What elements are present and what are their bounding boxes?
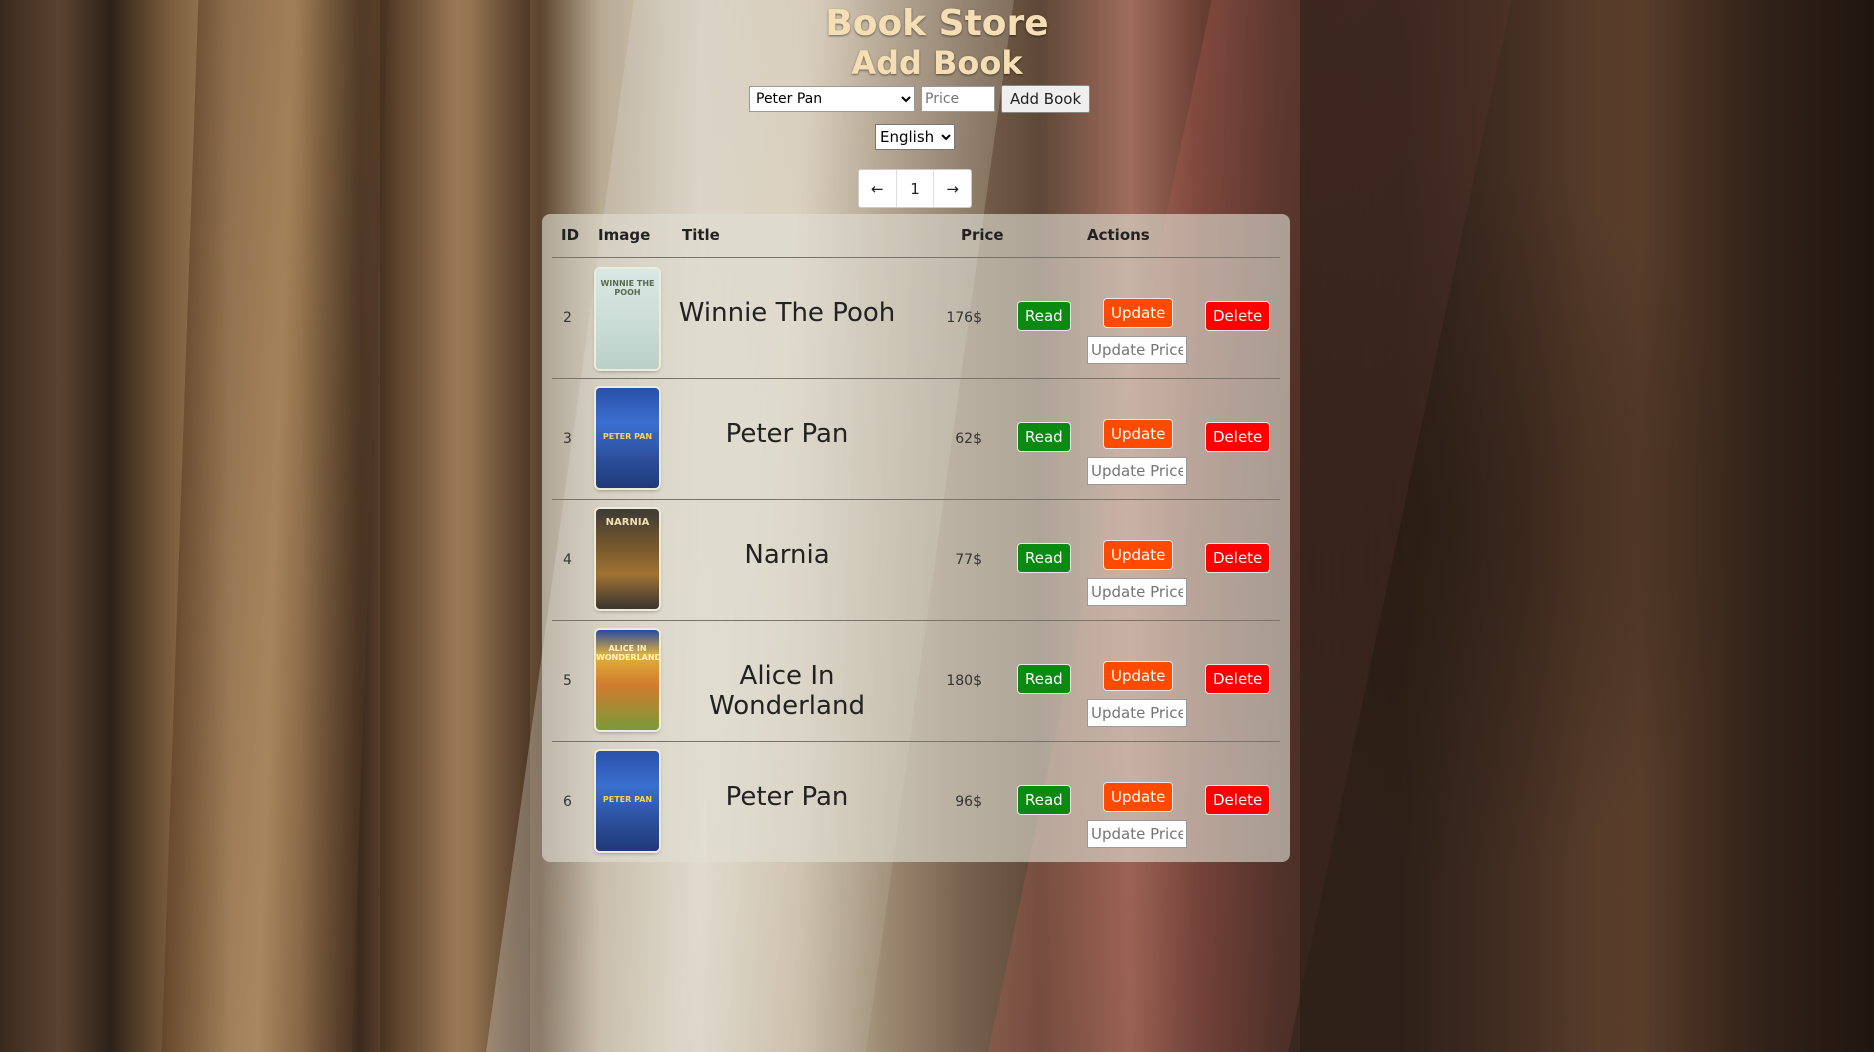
cover-label: WINNIE THE POOH (600, 279, 655, 297)
read-button[interactable]: Read (1018, 423, 1070, 451)
update-button[interactable]: Update (1104, 783, 1173, 811)
pagination: ← 1 → (858, 169, 972, 208)
book-cover-image: PETER PAN (596, 388, 659, 488)
table-row: 5 ALICE IN WONDERLAND Alice In Wonderlan… (542, 621, 1290, 742)
table-row: 2 WINNIE THE POOH Winnie The Pooh 176$ R… (542, 258, 1290, 379)
column-header-title: Title (682, 226, 720, 244)
book-id: 5 (563, 673, 572, 689)
cover-label: ALICE IN WONDERLAND (596, 644, 659, 662)
table-header: ID Image Title Price Actions (542, 214, 1290, 258)
book-price: 176$ (946, 310, 982, 326)
book-cover-image: WINNIE THE POOH (596, 269, 659, 369)
cover-label: PETER PAN (602, 795, 653, 804)
prev-page-button[interactable]: ← (859, 170, 897, 207)
update-button[interactable]: Update (1104, 662, 1173, 690)
cover-label: PETER PAN (602, 432, 653, 441)
header: Book Store Add Book (0, 0, 1874, 83)
table-row: 4 NARNIA Narnia 77$ Read Update Delete (542, 500, 1290, 621)
read-button[interactable]: Read (1018, 665, 1070, 693)
page: Book Store Add Book Peter Pan Add Book E… (0, 0, 1874, 1052)
update-button[interactable]: Update (1104, 299, 1173, 327)
column-header-image: Image (598, 226, 651, 244)
table-row: 6 PETER PAN Peter Pan 96$ Read Update De… (542, 742, 1290, 863)
book-id: 2 (563, 310, 572, 326)
delete-button[interactable]: Delete (1206, 786, 1270, 814)
column-header-id: ID (561, 226, 580, 244)
book-price: 77$ (955, 552, 982, 568)
book-id: 4 (563, 552, 572, 568)
book-title: Peter Pan (725, 419, 849, 449)
book-price: 96$ (955, 794, 982, 810)
add-book-form: Peter Pan Add Book (749, 85, 1091, 113)
book-price: 180$ (946, 673, 982, 689)
language-select[interactable]: English (875, 124, 955, 150)
book-title: Alice In Wonderland (709, 661, 865, 721)
delete-button[interactable]: Delete (1206, 302, 1270, 330)
read-button[interactable]: Read (1018, 786, 1070, 814)
book-id: 3 (563, 431, 572, 447)
background-book-spine (1300, 0, 1874, 1052)
page-title: Book Store (825, 3, 1049, 44)
book-id: 6 (563, 794, 572, 810)
cover-label: NARNIA (605, 517, 650, 528)
delete-button[interactable]: Delete (1206, 665, 1270, 693)
update-button[interactable]: Update (1104, 420, 1173, 448)
update-price-input[interactable] (1087, 820, 1187, 848)
delete-button[interactable]: Delete (1206, 423, 1270, 451)
column-header-price: Price (961, 226, 1004, 244)
book-price: 62$ (955, 431, 982, 447)
book-cover-image: NARNIA (596, 509, 659, 609)
book-title: Peter Pan (725, 782, 849, 812)
book-cover-image: ALICE IN WONDERLAND (596, 630, 659, 730)
update-price-input[interactable] (1087, 457, 1187, 485)
read-button[interactable]: Read (1018, 544, 1070, 572)
book-title: Narnia (744, 540, 830, 570)
next-page-button[interactable]: → (934, 170, 971, 207)
update-price-input[interactable] (1087, 578, 1187, 606)
table-row: 3 PETER PAN Peter Pan 62$ Read Update De… (542, 379, 1290, 500)
column-header-actions: Actions (1087, 226, 1150, 244)
update-price-input[interactable] (1087, 699, 1187, 727)
price-input[interactable] (921, 86, 995, 112)
delete-button[interactable]: Delete (1206, 544, 1270, 572)
update-button[interactable]: Update (1104, 541, 1173, 569)
background-book-spine (161, 0, 389, 1052)
update-price-input[interactable] (1087, 336, 1187, 364)
add-book-button[interactable]: Add Book (1001, 85, 1091, 113)
books-table: ID Image Title Price Actions 2 WINNIE TH… (542, 214, 1290, 862)
page-subtitle: Add Book (851, 44, 1023, 82)
book-select[interactable]: Peter Pan (749, 86, 915, 112)
read-button[interactable]: Read (1018, 302, 1070, 330)
current-page[interactable]: 1 (897, 170, 935, 207)
book-cover-image: PETER PAN (596, 751, 659, 851)
book-title: Winnie The Pooh (678, 298, 896, 328)
